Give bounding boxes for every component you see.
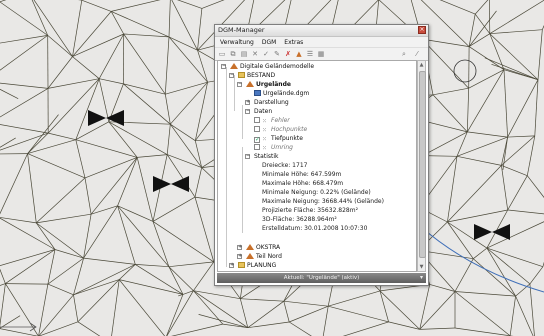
folder-icon <box>238 262 245 268</box>
collapse-icon[interactable]: − <box>221 64 226 69</box>
menu-bar: Verwaltung DGM Extras <box>215 37 428 48</box>
window-title: DGM-Manager <box>218 26 265 34</box>
checkbox[interactable] <box>254 144 260 150</box>
expand-icon[interactable]: + <box>237 254 242 259</box>
menu-dgm[interactable]: DGM <box>262 39 276 46</box>
status-text: Aktuell: "Urgelände" (aktiv) <box>283 275 360 281</box>
edit-icon[interactable]: ✎ <box>273 50 281 58</box>
properties-icon[interactable]: ▦ <box>317 50 325 58</box>
tree-item-tiefpunkte[interactable]: ✓ ⁙ Tiefpunkte <box>254 134 303 143</box>
terrain-icon <box>230 63 238 69</box>
mountain-icon[interactable]: ▲ <box>295 50 303 58</box>
folder-icon <box>238 72 245 78</box>
stat-item: Minimale Neigung: 0.22% (Gelände) <box>262 189 371 196</box>
stat-item: Erstelldatum: 30.01.2008 10:07:30 <box>262 225 368 232</box>
stat-item: Maximale Neigung: 3668.44% (Gelände) <box>262 198 384 205</box>
collapse-icon[interactable]: − <box>245 154 250 159</box>
menu-verwaltung[interactable]: Verwaltung <box>220 39 254 46</box>
stat-item: Dreiecke: 1717 <box>262 162 308 169</box>
stat-item: Projizierte Fläche: 35632.828m² <box>262 207 358 214</box>
checkbox[interactable] <box>254 117 260 123</box>
check-icon[interactable]: ✓ <box>262 50 270 58</box>
brush-icon[interactable]: ⁄ <box>413 50 421 58</box>
disk-icon <box>254 90 261 96</box>
collapse-icon[interactable]: − <box>245 109 250 114</box>
window-titlebar[interactable]: DGM-Manager × <box>215 25 428 37</box>
collapse-icon[interactable]: − <box>237 82 242 87</box>
dgm-manager-window: DGM-Manager × Verwaltung DGM Extras ▭ ⧉ … <box>214 24 429 286</box>
model-tree: − Digitale Geländemodelle − BESTAND − Ur… <box>217 60 417 272</box>
stat-item: Maximale Höhe: 668.479m <box>262 180 344 187</box>
stat-item: Minimale Höhe: 647.599m <box>262 171 342 178</box>
close-button[interactable]: × <box>418 26 426 34</box>
terrain-icon <box>246 244 254 250</box>
zoom-icon[interactable]: ⌕ <box>400 50 408 58</box>
list-icon[interactable]: ☰ <box>306 50 314 58</box>
paste-icon[interactable]: ▤ <box>240 50 248 58</box>
tree-node-file[interactable]: Urgelände.dgm <box>254 89 309 98</box>
tree-item-hochpunkte[interactable]: ⁙ Hochpunkte <box>254 125 307 134</box>
scroll-up-icon[interactable]: ▲ <box>419 62 424 68</box>
status-bar: Aktuell: "Urgelände" (aktiv) ▾ <box>217 273 426 283</box>
scroll-down-icon[interactable]: ▼ <box>419 264 424 270</box>
delete-icon[interactable]: ✕ <box>251 50 259 58</box>
point-marker-circle <box>453 59 477 83</box>
menu-extras[interactable]: Extras <box>284 39 303 46</box>
remove-icon[interactable]: ✗ <box>284 50 292 58</box>
terrain-icon <box>246 253 254 259</box>
expand-icon[interactable]: + <box>237 245 242 250</box>
stat-item: 3D-Fläche: 36288.964m² <box>262 216 337 223</box>
new-icon[interactable]: ▭ <box>218 50 226 58</box>
terrain-icon <box>246 81 254 87</box>
copy-icon[interactable]: ⧉ <box>229 50 237 58</box>
chevron-down-icon[interactable]: ▾ <box>420 273 423 283</box>
checkbox[interactable] <box>254 126 260 132</box>
collapse-icon[interactable]: − <box>229 73 234 78</box>
low-point-marker <box>153 176 189 192</box>
scrollbar-thumb[interactable] <box>419 71 426 258</box>
expand-icon[interactable]: + <box>245 100 250 105</box>
low-point-marker <box>474 224 510 240</box>
tree-scrollbar[interactable]: ▲ ▼ <box>417 60 426 272</box>
tree-item-umring[interactable]: ⁙ Umring <box>254 143 293 152</box>
expand-icon[interactable]: + <box>229 263 234 268</box>
tree-item-fehler[interactable]: ⁙ Fehler <box>254 116 290 125</box>
